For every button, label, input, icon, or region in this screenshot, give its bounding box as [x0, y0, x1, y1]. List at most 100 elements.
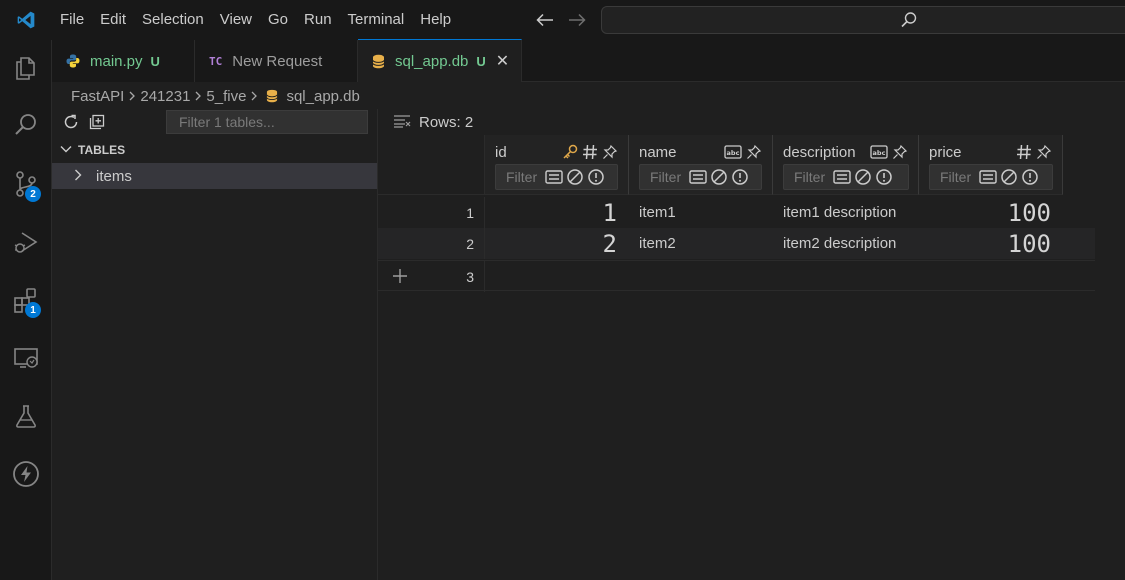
- chevron-right-icon: [250, 88, 258, 104]
- null-filter-icon[interactable]: [709, 168, 729, 186]
- database-icon: [266, 89, 278, 103]
- column-header-price[interactable]: price: [919, 135, 1063, 195]
- table-item-items[interactable]: items: [52, 163, 377, 189]
- svg-text:abc: abc: [727, 149, 740, 157]
- explorer-icon[interactable]: [0, 44, 52, 92]
- cell-name[interactable]: item1: [629, 197, 773, 228]
- tables-section-header[interactable]: TABLES: [52, 139, 125, 161]
- menu-bar: File Edit Selection View Go Run Terminal…: [52, 0, 459, 40]
- vscode-logo-icon[interactable]: [0, 0, 52, 40]
- row-number: 3: [378, 261, 485, 292]
- menu-view[interactable]: View: [212, 0, 260, 40]
- filter-mode-icon[interactable]: [978, 168, 998, 186]
- column-filter: [783, 164, 909, 190]
- pin-icon[interactable]: [892, 144, 908, 160]
- cell-price[interactable]: 100: [919, 197, 1063, 228]
- run-debug-icon[interactable]: [0, 218, 52, 266]
- breadcrumb-item[interactable]: 241231: [140, 88, 190, 105]
- breadcrumb-item[interactable]: sql_app.db: [286, 88, 359, 105]
- column-name: description: [783, 144, 856, 161]
- collapse-all-icon[interactable]: [84, 110, 110, 134]
- breadcrumb-item[interactable]: FastAPI: [71, 88, 124, 105]
- tab-new-request[interactable]: TC New Request: [195, 40, 358, 82]
- pin-icon[interactable]: [746, 144, 762, 160]
- untracked-status: U: [476, 53, 486, 69]
- cell-id[interactable]: 2: [485, 228, 629, 259]
- data-grid: Rows: 2 id Filter name abc Filter descri…: [378, 109, 1125, 580]
- menu-run[interactable]: Run: [296, 0, 340, 40]
- pin-icon[interactable]: [602, 144, 618, 160]
- null-filter-icon[interactable]: [999, 168, 1019, 186]
- warning-icon[interactable]: [1020, 168, 1040, 186]
- column-header-description[interactable]: description abc: [773, 135, 919, 195]
- column-filter-input[interactable]: [640, 166, 688, 188]
- breadcrumb-item[interactable]: 5_five: [206, 88, 246, 105]
- database-icon: [372, 54, 385, 69]
- new-row[interactable]: 3: [378, 260, 1095, 292]
- breadcrumb: FastAPI 241231 5_five sql_app.db: [52, 83, 1125, 109]
- warning-icon[interactable]: [730, 168, 750, 186]
- filter-mode-icon[interactable]: [544, 168, 564, 186]
- tables-toolbar: [52, 109, 377, 135]
- source-control-icon[interactable]: 2: [0, 160, 52, 208]
- cell-description[interactable]: item1 description: [773, 197, 919, 228]
- chevron-right-icon: [194, 88, 202, 104]
- grid-corner: [378, 135, 485, 195]
- column-name: price: [929, 144, 962, 161]
- menu-help[interactable]: Help: [412, 0, 459, 40]
- remote-explorer-icon[interactable]: [0, 334, 52, 382]
- row-number: 1: [378, 197, 485, 228]
- command-center-search[interactable]: [601, 6, 1125, 34]
- column-header-name[interactable]: name abc: [629, 135, 773, 195]
- svg-text:abc: abc: [873, 149, 886, 157]
- forward-arrow-icon[interactable]: [564, 8, 590, 32]
- menu-selection[interactable]: Selection: [134, 0, 212, 40]
- cell-price[interactable]: 100: [919, 228, 1063, 259]
- menu-edit[interactable]: Edit: [92, 0, 134, 40]
- column-filter-input[interactable]: [930, 166, 978, 188]
- column-filter: [929, 164, 1053, 190]
- rows-bar: Rows: 2: [378, 109, 1125, 136]
- python-icon: [66, 54, 80, 68]
- tab-sql-app-db[interactable]: sql_app.db U ✕: [358, 39, 522, 82]
- rows-icon[interactable]: [393, 114, 411, 132]
- tab-main-py[interactable]: main.py U: [52, 40, 195, 82]
- testing-icon[interactable]: [0, 392, 52, 440]
- column-header-id[interactable]: id: [485, 135, 629, 195]
- extensions-icon[interactable]: 1: [0, 276, 52, 324]
- back-arrow-icon[interactable]: [532, 8, 558, 32]
- tab-label: New Request: [232, 52, 323, 70]
- menu-file[interactable]: File: [52, 0, 92, 40]
- filter-mode-icon[interactable]: [832, 168, 852, 186]
- null-filter-icon[interactable]: [565, 168, 585, 186]
- tables-panel: TABLES items: [52, 109, 378, 580]
- menu-go[interactable]: Go: [260, 0, 296, 40]
- warning-icon[interactable]: [586, 168, 606, 186]
- editor-tab-bar: main.py U TC New Request sql_app.db U ✕: [52, 39, 1125, 82]
- tab-label: sql_app.db: [395, 52, 469, 70]
- thunder-client-tab-icon: TC: [209, 54, 223, 68]
- column-icons: abc: [724, 144, 762, 160]
- cell-name[interactable]: item2: [629, 228, 773, 259]
- row-number: 2: [378, 228, 485, 259]
- column-filter-input[interactable]: [784, 166, 832, 188]
- null-filter-icon[interactable]: [853, 168, 873, 186]
- menu-terminal[interactable]: Terminal: [340, 0, 413, 40]
- column-filter-input[interactable]: [496, 166, 544, 188]
- search-sidebar-icon[interactable]: [0, 101, 52, 149]
- filter-mode-icon[interactable]: [688, 168, 708, 186]
- close-icon[interactable]: ✕: [496, 51, 509, 71]
- tables-filter-input[interactable]: [166, 110, 368, 134]
- pin-icon[interactable]: [1036, 144, 1052, 160]
- refresh-icon[interactable]: [58, 110, 84, 134]
- cell-id[interactable]: 1: [485, 197, 629, 228]
- table-row[interactable]: 2 2 item2 item2 description 100: [378, 228, 1095, 259]
- chevron-down-icon: [60, 144, 72, 156]
- grid-header: id Filter name abc Filter description ab…: [378, 135, 1095, 195]
- text-type-icon: abc: [724, 144, 742, 160]
- thunder-client-icon[interactable]: [0, 450, 52, 498]
- cell-description[interactable]: item2 description: [773, 228, 919, 259]
- table-row[interactable]: 1 1 item1 item1 description 100: [378, 197, 1095, 228]
- column-icons: [1016, 144, 1052, 160]
- warning-icon[interactable]: [874, 168, 894, 186]
